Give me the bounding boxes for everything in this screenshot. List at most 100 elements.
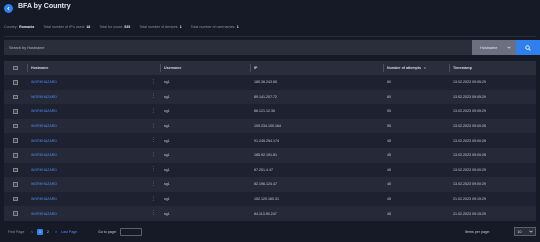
ip-cell: 109.234.100.164 <box>254 124 281 129</box>
summary-country: Country: Romania <box>4 25 35 29</box>
row-menu-icon[interactable]: ⋮ <box>151 119 156 134</box>
ip-cell: 87.251.4.47 <box>254 167 273 172</box>
username-cell: sg1 <box>164 80 170 85</box>
attempts-cell: 45 <box>387 138 391 143</box>
username-cell: sg1 <box>164 138 170 143</box>
timestamp-cell: 13.02.2023 09:05:29 <box>453 109 486 114</box>
table-row: WORKHAZARD ⋮ sg1 109.234.100.164 55 13.02.202… <box>4 118 536 134</box>
username-cell: sg1 <box>164 182 170 187</box>
row-menu-icon[interactable]: ⋮ <box>151 177 156 192</box>
row-menu-icon[interactable]: ⋮ <box>151 148 156 163</box>
prev-page-button[interactable]: < <box>31 226 33 237</box>
attempts-cell: 45 <box>387 153 391 158</box>
attempts-cell: 55 <box>387 109 391 114</box>
ip-cell: 86.121.12.36 <box>254 109 275 114</box>
divider <box>4 36 536 37</box>
attempts-cell: 45 <box>387 182 391 187</box>
hostname-link[interactable]: WORKHAZARD <box>31 133 57 148</box>
row-checkbox[interactable] <box>13 80 18 85</box>
page-1-button[interactable]: 1 <box>37 228 43 235</box>
row-menu-icon[interactable]: ⋮ <box>151 75 156 90</box>
username-cell: sg1 <box>164 124 170 129</box>
last-page-button[interactable]: Last Page <box>61 226 77 237</box>
row-menu-icon[interactable]: ⋮ <box>151 163 156 178</box>
table-row: WORKHAZARD ⋮ sg1 87.251.4.47 45 13.02.2023 09… <box>4 162 536 178</box>
hostname-link[interactable]: WORKHAZARD <box>31 148 57 163</box>
timestamp-cell: 13.02.2023 09:00:28 <box>453 153 486 158</box>
username-cell: sg1 <box>164 211 170 216</box>
table-body: WORKHAZARD ⋮ sg1 185.36.243.65 60 13.02.2023 … <box>4 75 536 221</box>
page-2-button[interactable]: 2 <box>47 226 49 237</box>
column-divider <box>160 64 161 72</box>
row-menu-icon[interactable]: ⋮ <box>151 206 156 221</box>
table-header: Hostname Username IP Number of attempts … <box>4 61 536 75</box>
column-divider <box>449 64 450 72</box>
table-row: WORKHAZARD ⋮ sg1 185.92.191.81 45 13.02.2023 … <box>4 147 536 163</box>
table-row: WORKHAZARD ⋮ sg1 86.121.12.36 55 13.02.2023 0… <box>4 104 536 119</box>
search-input[interactable] <box>4 40 472 55</box>
attempts-cell: 45 <box>387 197 391 202</box>
timestamp-cell: 13.02.2023 09:00:28 <box>453 138 486 143</box>
column-header-hostname[interactable]: Hostname <box>31 61 48 75</box>
column-header-timestamp[interactable]: Timestamp <box>453 61 472 75</box>
first-page-button[interactable]: First Page <box>8 226 24 237</box>
table-row: WORKHAZARD ⋮ sg1 185.36.243.65 60 13.02.2023 … <box>4 75 536 90</box>
search-icon <box>525 44 531 51</box>
table-row: WORKHAZARD ⋮ sg1 91.245.254.174 45 13.02.2023… <box>4 133 536 148</box>
table-row: WORKHAZARD ⋮ sg1 82.196.124.47 45 13.02.2023 … <box>4 177 536 192</box>
back-button[interactable] <box>4 4 13 13</box>
row-checkbox[interactable] <box>13 196 18 202</box>
row-checkbox[interactable] <box>13 123 18 129</box>
hostname-link[interactable]: WORKHAZARD <box>31 177 57 192</box>
timestamp-cell: 13.02.2023 09:00:29 <box>453 182 486 187</box>
hostname-link[interactable]: WORKHAZARD <box>31 90 57 105</box>
ip-cell: 152.120.160.31 <box>254 197 279 202</box>
row-menu-icon[interactable]: ⋮ <box>151 104 156 119</box>
table-row: WORKHAZARD ⋮ sg1 152.120.160.31 45 21.02.2023… <box>4 191 536 207</box>
hostname-link[interactable]: WORKHAZARD <box>31 119 57 134</box>
row-checkbox[interactable] <box>13 94 18 100</box>
column-divider <box>250 64 251 72</box>
ip-cell: 91.245.254.174 <box>254 138 279 143</box>
summary-usernames: Total number of usernames: 1 <box>190 25 239 29</box>
row-checkbox[interactable] <box>13 138 18 143</box>
row-menu-icon[interactable]: ⋮ <box>151 90 156 105</box>
results-table: Hostname Username IP Number of attempts … <box>4 61 536 221</box>
summary-ips: Total number of IP's used: 18 <box>43 25 91 29</box>
search-field-select[interactable]: Hostname <box>472 40 516 55</box>
column-header-attempts[interactable]: Number of attempts <box>387 61 426 75</box>
ip-cell: 185.92.191.81 <box>254 153 277 158</box>
search-bar: Hostname <box>4 40 540 55</box>
attempts-cell: 60 <box>387 94 391 99</box>
hostname-link[interactable]: WORKHAZARD <box>31 206 57 221</box>
row-checkbox[interactable] <box>13 211 18 216</box>
hostname-link[interactable]: WORKHAZARD <box>31 104 57 119</box>
username-cell: sg1 <box>164 197 170 202</box>
hostname-link[interactable]: WORKHAZARD <box>31 192 57 207</box>
column-divider <box>27 64 28 72</box>
row-checkbox[interactable] <box>13 167 18 173</box>
ip-cell: 89.141.207.72 <box>254 94 277 99</box>
chevron-down-icon <box>528 230 533 233</box>
sort-icon[interactable] <box>423 66 426 70</box>
row-menu-icon[interactable]: ⋮ <box>151 192 156 207</box>
goto-page-input[interactable] <box>120 227 142 236</box>
row-checkbox[interactable] <box>13 153 18 158</box>
attempts-cell: 55 <box>387 124 391 129</box>
username-cell: sg1 <box>164 109 170 114</box>
username-cell: sg1 <box>164 167 170 172</box>
next-page-button[interactable]: > <box>55 226 57 237</box>
timestamp-cell: 13.02.2023 09:00:28 <box>453 124 486 129</box>
attempts-cell: 60 <box>387 80 391 85</box>
search-button[interactable] <box>516 40 540 55</box>
select-all-checkbox[interactable] <box>13 65 18 71</box>
table-row: WORKHAZARD ⋮ sg1 84.113.90.247 45 21.02.2023 … <box>4 206 536 221</box>
row-menu-icon[interactable]: ⋮ <box>151 133 156 148</box>
row-checkbox[interactable] <box>13 109 18 114</box>
column-header-ip[interactable]: IP <box>254 61 257 75</box>
row-checkbox[interactable] <box>13 182 18 187</box>
items-per-page-select[interactable]: 10 <box>514 227 536 236</box>
hostname-link[interactable]: WORKHAZARD <box>31 75 57 90</box>
hostname-link[interactable]: WORKHAZARD <box>31 163 57 178</box>
column-header-username[interactable]: Username <box>164 61 181 75</box>
